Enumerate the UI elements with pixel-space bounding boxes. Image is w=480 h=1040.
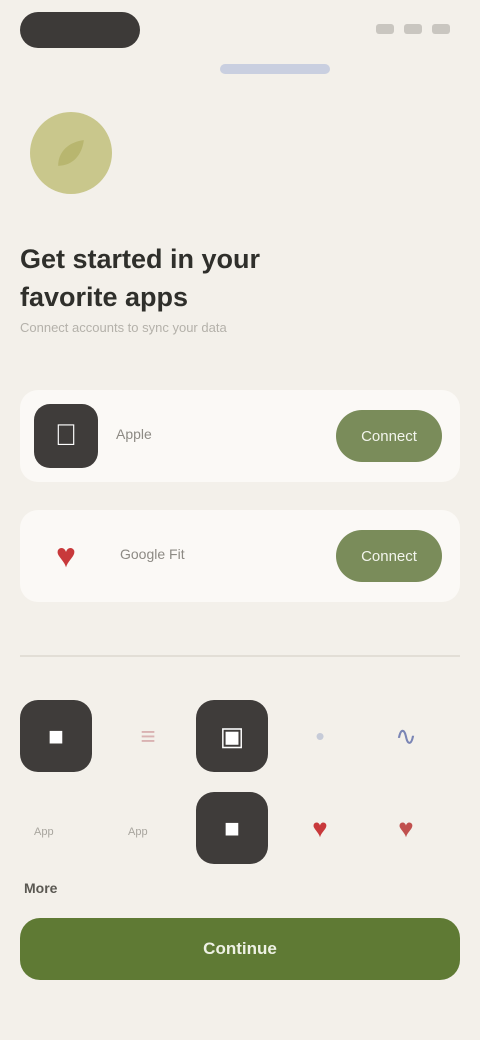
connection-name: Google Fit <box>120 546 185 562</box>
continue-button[interactable]: Continue <box>20 918 460 980</box>
app-caption: App <box>34 826 54 838</box>
connect-apple-button[interactable]: Connect <box>336 410 442 462</box>
app-icon[interactable]: ▣ <box>196 700 268 772</box>
app-icon[interactable]: ♥ <box>284 792 356 864</box>
connection-card-apple:  Apple Connect <box>20 390 460 482</box>
app-caption: App <box>128 826 148 838</box>
apple-icon:  <box>34 404 98 468</box>
app-icon[interactable]: ≡ <box>112 700 184 772</box>
battery-icon <box>432 24 450 34</box>
app-icon[interactable]: ♥ <box>370 792 442 864</box>
connect-google-fit-button[interactable]: Connect <box>336 530 442 582</box>
page-subtitle: Connect accounts to sync your data <box>20 320 227 335</box>
signal-icon <box>376 24 394 34</box>
app-icon[interactable]: ■ <box>196 792 268 864</box>
app-icon[interactable]: • <box>284 700 356 772</box>
status-bar <box>0 0 480 60</box>
status-icons <box>376 24 450 34</box>
section-label: More <box>24 880 58 896</box>
connection-card-google-fit: ♥ Google Fit Connect <box>20 510 460 602</box>
wifi-icon <box>404 24 422 34</box>
skip-link[interactable] <box>220 64 330 74</box>
app-icon[interactable]: ■ <box>20 700 92 772</box>
app-grid: ■ ≡ ▣ • ∿ App App ■ ♥ ♥ <box>20 700 460 870</box>
leaf-icon <box>30 112 112 194</box>
page-title: Get started in your favorite apps <box>20 244 261 312</box>
heart-icon: ♥ <box>55 536 77 575</box>
connection-name: Apple <box>116 426 152 442</box>
status-pill <box>20 12 140 48</box>
app-icon[interactable]: ∿ <box>370 700 442 772</box>
divider <box>20 655 460 657</box>
